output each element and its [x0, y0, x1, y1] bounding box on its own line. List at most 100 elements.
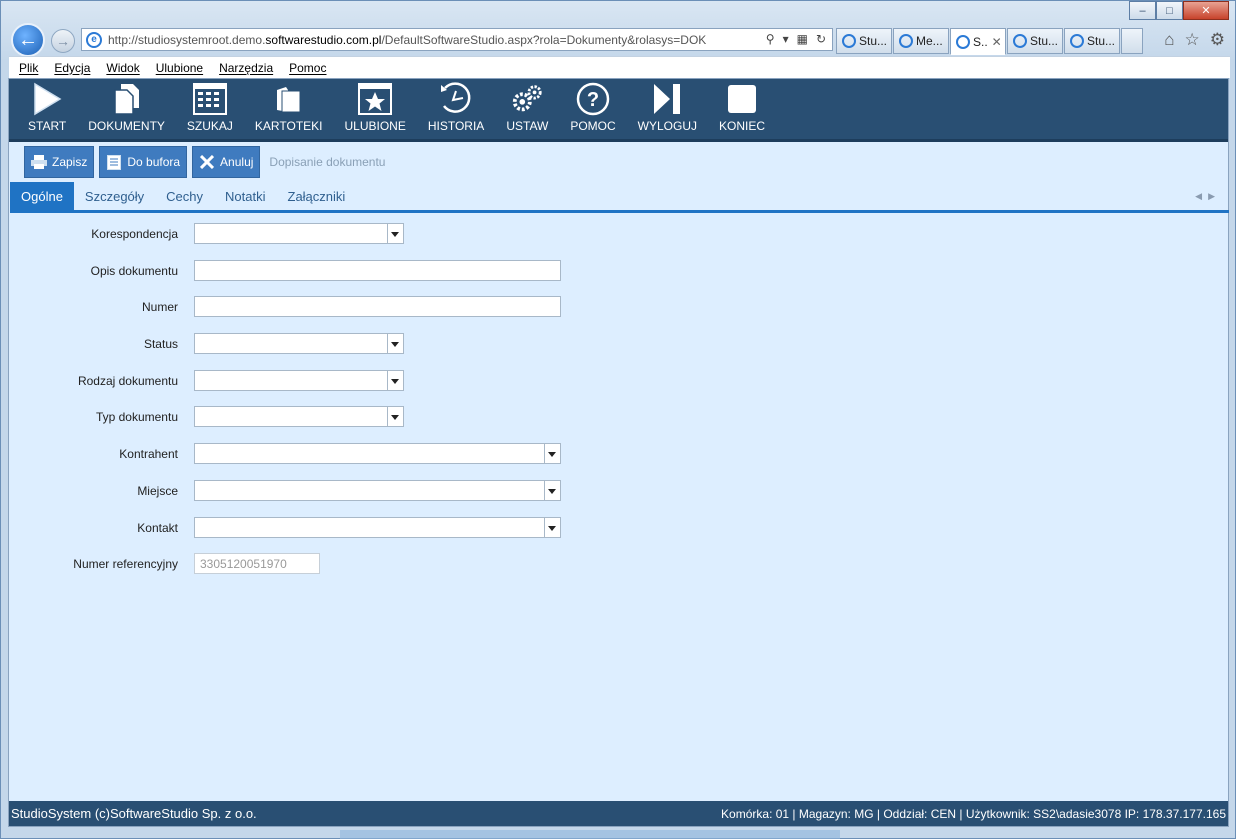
tab-zalaczniki[interactable]: Załączniki	[277, 182, 357, 210]
opis-label: Opis dokumentu	[90, 264, 178, 278]
compat-icon[interactable]: ▦	[797, 32, 808, 46]
forward-button[interactable]: →	[51, 29, 75, 53]
row-rodzaj: Rodzaj dokumentu	[9, 370, 1228, 392]
korespondencja-select[interactable]	[194, 223, 404, 244]
toolbar-start[interactable]: START	[17, 79, 77, 139]
buffer-button[interactable]: Do bufora	[99, 146, 188, 178]
menu-widok[interactable]: Widok	[106, 61, 139, 75]
kontakt-select[interactable]	[194, 517, 561, 538]
numer-ref-label: Numer referencyjny	[73, 557, 178, 571]
tab-notatki[interactable]: Notatki	[214, 182, 276, 210]
browser-tab-4[interactable]: Stu...	[1007, 28, 1063, 54]
browser-tab-5[interactable]: Stu...	[1064, 28, 1120, 54]
rodzaj-label: Rodzaj dokumentu	[77, 374, 178, 388]
typ-label: Typ dokumentu	[95, 410, 178, 424]
status-select[interactable]	[194, 333, 404, 354]
gear-icon[interactable]: ⚙	[1210, 30, 1225, 50]
row-opis: Opis dokumentu	[9, 260, 1228, 282]
toolbar-szukaj[interactable]: SZUKAJ	[176, 79, 244, 139]
status-bar: StudioSystem (c)SoftwareStudio Sp. z o.o…	[9, 801, 1228, 826]
row-numer: Numer	[9, 296, 1228, 318]
opis-input[interactable]	[194, 260, 561, 281]
save-button[interactable]: Zapisz	[24, 146, 95, 178]
row-kontrahent: Kontrahent	[9, 443, 1228, 465]
app-frame: START DOKUMENTY SZUKAJ KARTOTEKI ULUBION…	[8, 78, 1229, 827]
row-miejsce: Miejsce	[9, 480, 1228, 502]
chevron-down-icon	[548, 489, 556, 494]
row-status: Status	[9, 333, 1228, 355]
tab-cechy[interactable]: Cechy	[155, 182, 214, 210]
browser-tools: ⌂ ☆ ⚙	[1164, 30, 1225, 50]
cancel-button[interactable]: Anuluj	[192, 146, 261, 178]
back-button[interactable]: ←	[11, 23, 45, 57]
browser-menubar: Plik Edycja Widok Ulubione Narzędzia Pom…	[9, 56, 1230, 78]
menu-pomoc[interactable]: Pomoc	[289, 61, 326, 75]
new-tab-button[interactable]	[1121, 28, 1143, 54]
toolbar-koniec[interactable]: KONIEC	[708, 79, 776, 139]
documents-icon	[110, 82, 144, 116]
search-icon[interactable]: ⚲	[766, 32, 775, 46]
maximize-button[interactable]: □	[1156, 1, 1183, 20]
refresh-icon[interactable]: ↻	[816, 32, 826, 46]
star-window-icon	[358, 82, 393, 116]
help-icon: ?	[576, 82, 610, 116]
chevron-down-icon	[391, 415, 399, 420]
row-numer-ref: Numer referencyjny 3305120051970	[9, 553, 1228, 575]
numer-ref-field: 3305120051970	[194, 553, 320, 574]
tab-ogolne[interactable]: Ogólne	[10, 182, 74, 210]
row-korespondencja: Korespondencja	[9, 223, 1228, 245]
menu-plik[interactable]: Plik	[19, 61, 38, 75]
toolbar-historia[interactable]: HISTORIA	[417, 79, 495, 139]
ie-icon	[842, 34, 856, 48]
dropdown-icon[interactable]: ▾	[783, 32, 789, 46]
arrow-right-icon: →	[56, 33, 70, 49]
search-grid-icon	[192, 82, 227, 116]
browser-tab-3[interactable]: S.. ✕	[950, 28, 1006, 55]
toolbar-pomoc[interactable]: ? POMOC	[559, 79, 626, 139]
address-bar[interactable]: e http://studiosystemroot.demo. softwares…	[81, 28, 833, 51]
toolbar-ustaw[interactable]: USTAW	[495, 79, 559, 139]
rodzaj-select[interactable]	[194, 370, 404, 391]
toolbar-kartoteki[interactable]: KARTOTEKI	[244, 79, 334, 139]
row-typ: Typ dokumentu	[9, 406, 1228, 428]
chevron-down-icon	[391, 232, 399, 237]
close-window-button[interactable]: ✕	[1183, 1, 1229, 20]
tab-scroll-arrows[interactable]: ◀▶	[1195, 191, 1221, 202]
folder-icon	[272, 82, 306, 116]
browser-tab-1[interactable]: Stu...	[836, 28, 892, 54]
close-tab-icon[interactable]: ✕	[992, 35, 1002, 49]
kontrahent-select[interactable]	[194, 443, 561, 464]
chevron-down-icon	[391, 342, 399, 347]
ie-icon: e	[86, 31, 102, 48]
printer-icon	[31, 154, 47, 170]
toolbar-ulubione[interactable]: ULUBIONE	[334, 79, 417, 139]
korespondencja-label: Korespondencja	[91, 227, 178, 241]
stop-icon	[725, 82, 759, 116]
history-icon	[439, 82, 473, 116]
favorites-star-icon[interactable]: ☆	[1185, 30, 1200, 50]
browser-tab-2[interactable]: Me...	[893, 28, 949, 54]
home-icon[interactable]: ⌂	[1164, 30, 1174, 50]
ie-icon	[1070, 34, 1084, 48]
tab-szczegoly[interactable]: Szczegóły	[74, 182, 155, 210]
numer-input[interactable]	[194, 296, 561, 317]
menu-edycja[interactable]: Edycja	[54, 61, 90, 75]
ie-icon	[956, 34, 970, 49]
chevron-down-icon	[391, 379, 399, 384]
play-icon	[30, 82, 64, 116]
menu-ulubione[interactable]: Ulubione	[156, 61, 203, 75]
toolbar-wyloguj[interactable]: WYLOGUJ	[627, 79, 708, 139]
toolbar-dokumenty[interactable]: DOKUMENTY	[77, 79, 176, 139]
copyright-text: StudioSystem (c)SoftwareStudio Sp. z o.o…	[11, 806, 257, 821]
taskbar-strip	[340, 830, 840, 839]
menu-narzedzia[interactable]: Narzędzia	[219, 61, 273, 75]
kontrahent-label: Kontrahent	[119, 447, 178, 461]
minimize-button[interactable]: –	[1129, 1, 1156, 20]
typ-select[interactable]	[194, 406, 404, 427]
ie-icon	[1013, 34, 1027, 48]
miejsce-select[interactable]	[194, 480, 561, 501]
browser-tabs: Stu... Me... S.. ✕ Stu... Stu...	[836, 28, 1143, 55]
page-title: Dopisanie dokumentu	[269, 155, 386, 169]
close-icon	[199, 154, 215, 170]
window-title	[15, 5, 345, 15]
